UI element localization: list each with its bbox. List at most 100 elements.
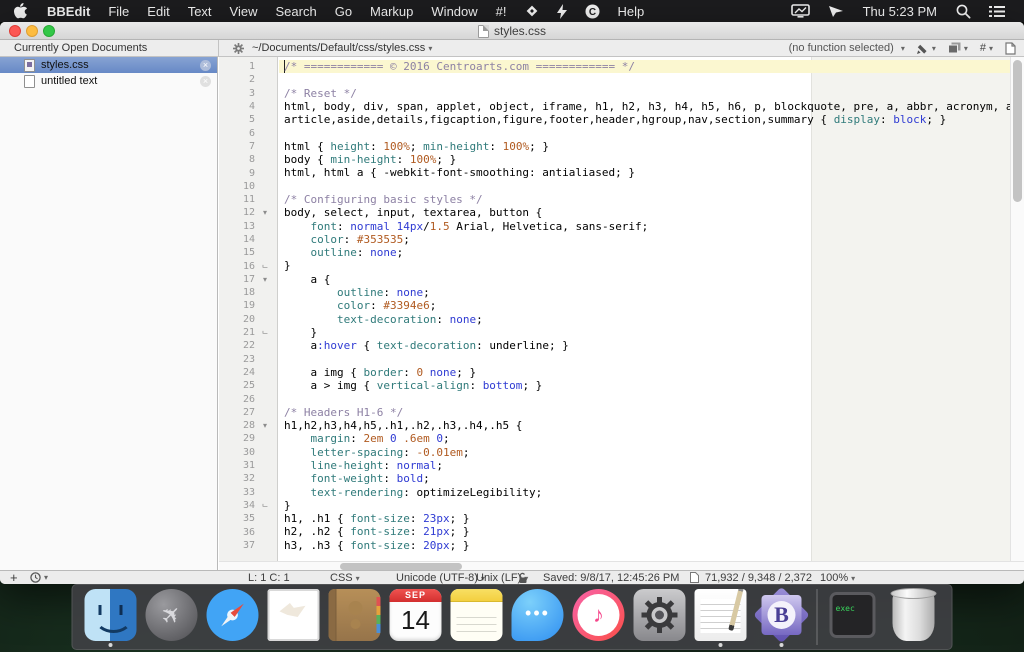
dock-item-bbedit[interactable]: B <box>756 587 808 647</box>
dock-item-safari[interactable] <box>207 587 259 647</box>
dock-item-mail[interactable] <box>268 587 320 647</box>
document-path[interactable]: ~/Documents/Default/css/styles.css <box>252 42 425 54</box>
dock-item-launchpad[interactable]: ✈ <box>146 587 198 647</box>
menu-item-window[interactable]: Window <box>422 4 486 19</box>
function-selector[interactable]: (no function selected) <box>789 42 894 54</box>
gear-icon[interactable] <box>233 43 244 54</box>
editor-pane[interactable]: 123456789101112▾13141516⌐17▾18192021⌐222… <box>219 57 1024 561</box>
dock-item-sysprefs[interactable] <box>634 587 686 647</box>
finder-icon[interactable] <box>85 589 137 641</box>
code-line-8[interactable]: body { min-height: 100%; } <box>279 153 1010 166</box>
itunes-icon[interactable]: ♪ <box>573 589 625 641</box>
calendar-icon[interactable]: SEP14 <box>390 589 442 641</box>
code-line-19[interactable]: color: #3394e6; <box>279 299 1010 312</box>
code-line-28[interactable]: h1,h2,h3,h4,h5,.h1,.h2,.h3,.h4,.h5 { <box>279 419 1010 432</box>
notification-center-icon[interactable] <box>980 5 1014 18</box>
pencil-tool[interactable]: ▾ <box>917 42 936 54</box>
code-line-26[interactable] <box>279 392 1010 405</box>
sidebar-item-styles-css[interactable]: styles.css× <box>0 57 217 73</box>
exec-icon[interactable]: exec <box>830 592 876 638</box>
sysprefs-icon[interactable] <box>634 589 686 641</box>
code-line-21[interactable]: } <box>279 326 1010 339</box>
code-line-22[interactable]: a:hover { text-decoration: underline; } <box>279 339 1010 352</box>
code-line-16[interactable]: } <box>279 259 1010 272</box>
mail-icon[interactable] <box>268 589 320 641</box>
code-line-7[interactable]: html { height: 100%; min-height: 100%; } <box>279 140 1010 153</box>
code-area[interactable]: /* ============ © 2016 Centroarts.com ==… <box>279 57 1010 561</box>
menu-item-[interactable]: #! <box>487 4 516 19</box>
menu-item-edit[interactable]: Edit <box>138 4 178 19</box>
code-line-31[interactable]: line-height: normal; <box>279 459 1010 472</box>
title-bar[interactable]: styles.css <box>0 22 1024 40</box>
add-document-button[interactable]: + <box>10 572 18 583</box>
dock-item-trash[interactable] <box>888 587 940 647</box>
display-status-icon[interactable] <box>782 4 819 18</box>
code-line-11[interactable]: /* Configuring basic styles */ <box>279 193 1010 206</box>
code-line-15[interactable]: outline: none; <box>279 246 1010 259</box>
code-line-25[interactable]: a > img { vertical-align: bottom; } <box>279 379 1010 392</box>
c-badge-icon[interactable]: C <box>576 4 609 19</box>
code-line-20[interactable]: text-decoration: none; <box>279 313 1010 326</box>
close-document-icon[interactable]: × <box>200 76 211 87</box>
apple-menu-icon[interactable] <box>10 3 32 19</box>
dock-item-calendar[interactable]: SEP14 <box>390 587 442 647</box>
counter-hash-tool[interactable]: # ▾ <box>980 42 993 54</box>
code-line-32[interactable]: font-weight: bold; <box>279 472 1010 485</box>
code-line-12[interactable]: body, select, input, textarea, button { <box>279 206 1010 219</box>
unlocked-padlock-icon[interactable] <box>517 572 529 584</box>
vertical-scrollbar[interactable] <box>1010 57 1024 561</box>
bbedit-icon[interactable]: B <box>756 589 808 641</box>
launchpad-icon[interactable]: ✈ <box>146 589 198 641</box>
notes-icon[interactable] <box>451 589 503 641</box>
code-line-1[interactable]: /* ============ © 2016 Centroarts.com ==… <box>279 60 1010 73</box>
horizontal-scrollbar[interactable] <box>219 561 1024 570</box>
menu-item-search[interactable]: Search <box>267 4 326 19</box>
vertical-scrollbar-thumb[interactable] <box>1013 60 1022 202</box>
code-line-17[interactable]: a { <box>279 273 1010 286</box>
documents-stack-tool[interactable]: ▾ <box>948 42 968 54</box>
menu-item-text[interactable]: Text <box>179 4 221 19</box>
menu-item-file[interactable]: File <box>99 4 138 19</box>
textedit-icon[interactable] <box>695 589 747 641</box>
code-line-14[interactable]: color: #353535; <box>279 233 1010 246</box>
code-line-5[interactable]: article,aside,details,figcaption,figure,… <box>279 113 1010 126</box>
sidebar-item-untitled-text[interactable]: untitled text× <box>0 73 217 89</box>
code-line-18[interactable]: outline: none; <box>279 286 1010 299</box>
trash-icon[interactable] <box>893 591 935 641</box>
messages-icon[interactable]: ••• <box>512 589 564 641</box>
menu-clock[interactable]: Thu 5:23 PM <box>853 4 947 19</box>
menu-item-go[interactable]: Go <box>326 4 361 19</box>
dock-item-exec[interactable]: exec <box>827 587 879 647</box>
menu-item-markup[interactable]: Markup <box>361 4 422 19</box>
dock-item-contacts[interactable] <box>329 587 381 647</box>
script-diamond-icon[interactable] <box>516 4 548 18</box>
dock-item-textedit[interactable] <box>695 587 747 647</box>
code-line-23[interactable] <box>279 353 1010 366</box>
close-document-icon[interactable]: × <box>200 60 211 71</box>
code-line-30[interactable]: letter-spacing: -0.01em; <box>279 446 1010 459</box>
code-line-6[interactable] <box>279 126 1010 139</box>
zoom-selector[interactable]: 100%▾ <box>820 572 855 584</box>
code-line-24[interactable]: a img { border: 0 none; } <box>279 366 1010 379</box>
code-line-2[interactable] <box>279 73 1010 86</box>
code-line-13[interactable]: font: normal 14px/1.5 Arial, Helvetica, … <box>279 220 1010 233</box>
code-line-4[interactable]: html, body, div, span, applet, object, i… <box>279 100 1010 113</box>
code-line-27[interactable]: /* Headers H1-6 */ <box>279 406 1010 419</box>
safari-icon[interactable] <box>207 589 259 641</box>
encoding-selector[interactable]: Unicode (UTF-8)▾ <box>396 572 485 584</box>
fold-start-icon[interactable]: ▾ <box>255 208 275 217</box>
code-line-9[interactable]: html, html a { -webkit-font-smoothing: a… <box>279 166 1010 179</box>
dock-item-notes[interactable] <box>451 587 503 647</box>
pointer-status-icon[interactable] <box>819 4 853 18</box>
dock-item-messages[interactable]: ••• <box>512 587 564 647</box>
menu-help[interactable]: Help <box>609 4 654 19</box>
code-line-29[interactable]: margin: 2em 0 .6em 0; <box>279 432 1010 445</box>
menu-item-view[interactable]: View <box>221 4 267 19</box>
code-line-3[interactable]: /* Reset */ <box>279 87 1010 100</box>
dock-item-finder[interactable] <box>85 587 137 647</box>
code-line-33[interactable]: text-rendering: optimizeLegibility; <box>279 486 1010 499</box>
recent-documents-clock-button[interactable]: ▾ <box>30 572 48 583</box>
dock-item-itunes[interactable]: ♪ <box>573 587 625 647</box>
code-line-34[interactable]: } <box>279 499 1010 512</box>
horizontal-scrollbar-thumb[interactable] <box>340 563 462 570</box>
